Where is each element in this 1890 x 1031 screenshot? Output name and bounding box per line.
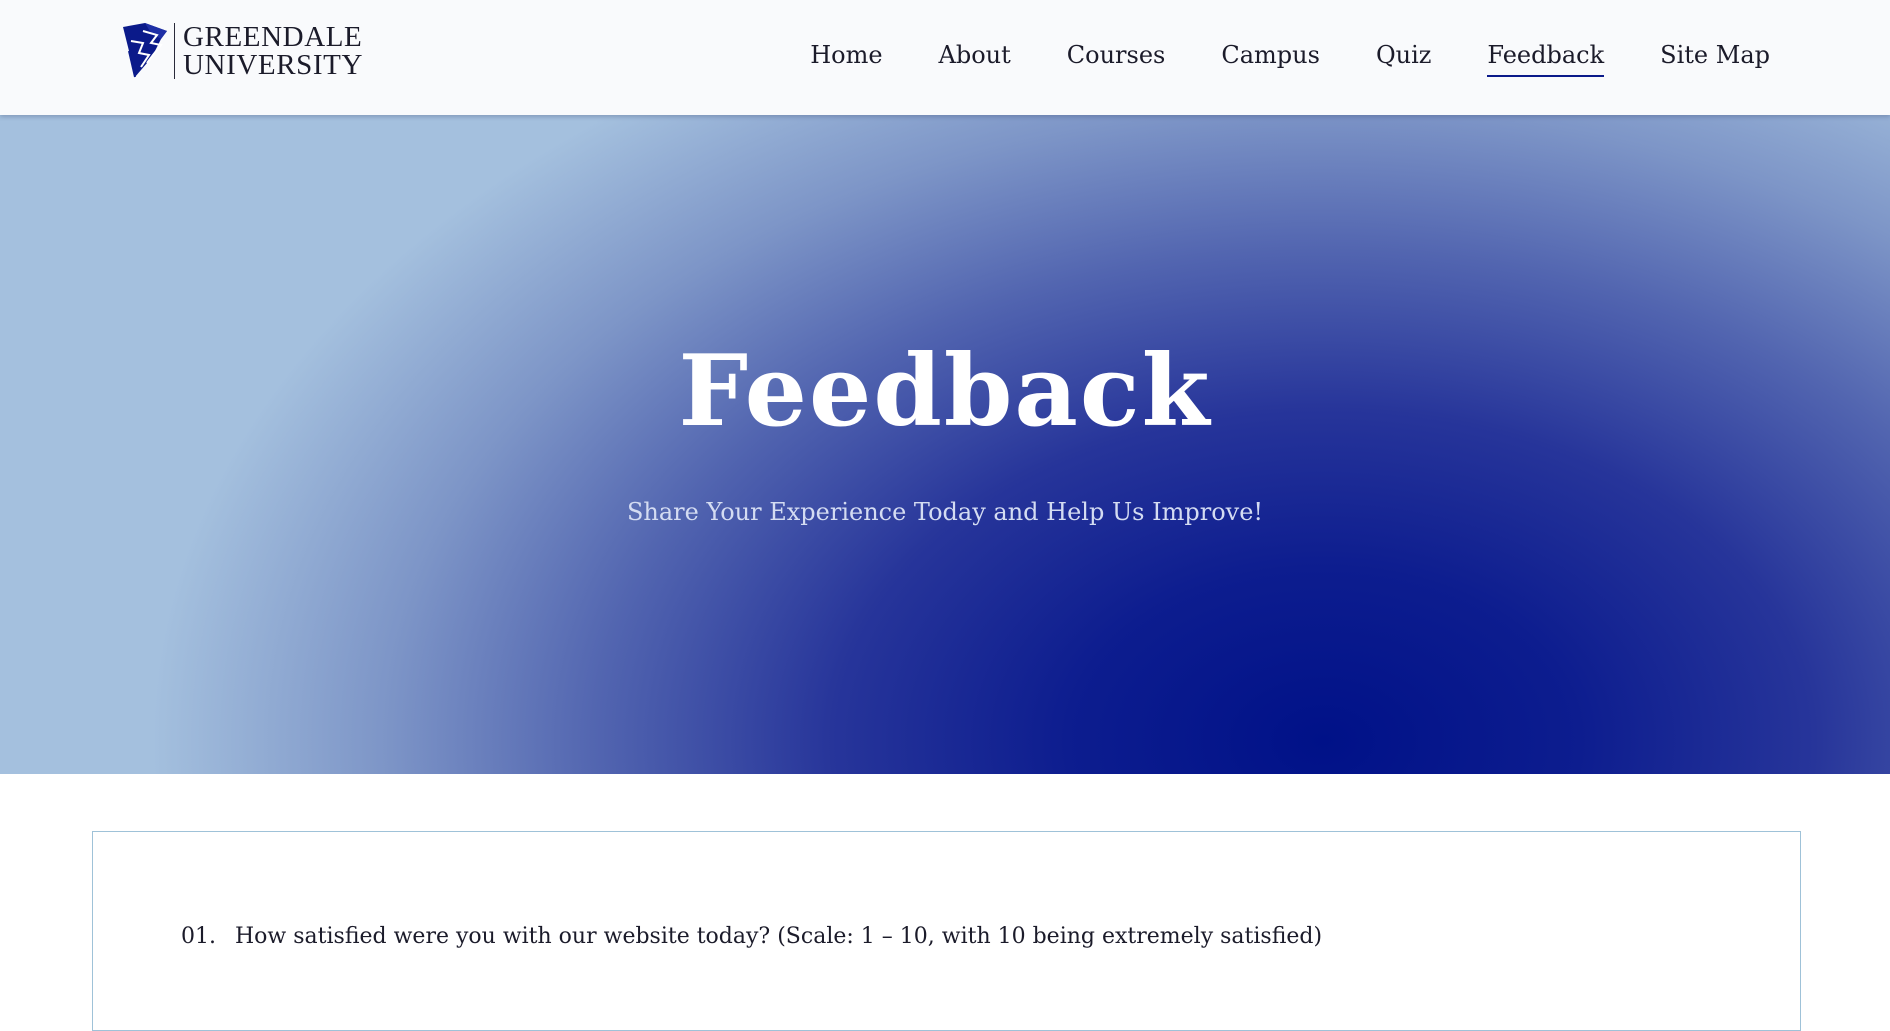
university-crest-icon (123, 23, 167, 78)
university-name-line2: UNIVERSITY (183, 49, 363, 81)
hero-banner: Feedback Share Your Experience Today and… (0, 115, 1890, 774)
nav-item-courses[interactable]: Courses (1067, 41, 1166, 71)
main-navigation: Home About Courses Campus Quiz Feedback … (754, 0, 1770, 112)
university-logo-link[interactable]: GREENDALE UNIVERSITY (121, 20, 363, 82)
page-title: Feedback (678, 334, 1212, 449)
nav-item-campus[interactable]: Campus (1221, 41, 1320, 71)
nav-item-feedback[interactable]: Feedback (1487, 41, 1604, 77)
question-item: 01. How satisfied were you with our webs… (181, 924, 1322, 949)
nav-item-home[interactable]: Home (810, 41, 882, 71)
logo-divider (174, 23, 175, 79)
nav-item-site-map[interactable]: Site Map (1660, 41, 1770, 71)
site-header: GREENDALE UNIVERSITY Home About Courses … (0, 0, 1890, 115)
question-number: 01. (181, 924, 216, 949)
nav-item-about[interactable]: About (939, 41, 1011, 71)
question-text: How satisfied were you with our website … (235, 924, 1323, 949)
page-subtitle: Share Your Experience Today and Help Us … (626, 498, 1264, 526)
nav-item-quiz[interactable]: Quiz (1376, 41, 1431, 71)
feedback-form: 01. How satisfied were you with our webs… (92, 831, 1801, 1031)
university-name: GREENDALE UNIVERSITY (183, 21, 363, 81)
university-name-line1: GREENDALE (183, 21, 363, 53)
